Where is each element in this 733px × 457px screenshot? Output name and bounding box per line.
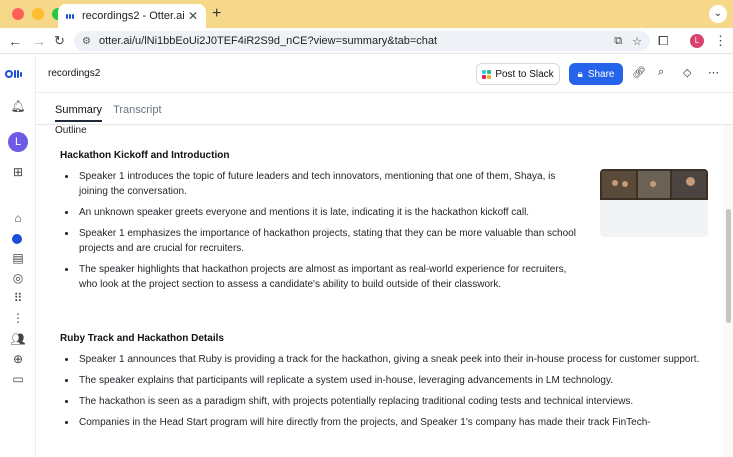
- content-scrollbar[interactable]: [723, 125, 733, 457]
- slack-icon: [482, 69, 492, 79]
- bullet-item: An unknown speaker greets everyone and m…: [60, 205, 600, 220]
- scrollbar-thumb[interactable]: [726, 209, 731, 323]
- tab-search-icon[interactable]: ⌄: [709, 5, 727, 23]
- folder-icon[interactable]: ▭: [10, 372, 26, 386]
- tab-close-icon[interactable]: ✕: [188, 9, 198, 23]
- tab-summary[interactable]: Summary: [55, 104, 103, 122]
- minimize-window-button[interactable]: [32, 8, 44, 20]
- conversation-header: recordings2 Post to Slack 🔒︎ Share 🔗︎ ⌕ …: [36, 55, 733, 93]
- link-icon[interactable]: 🔗︎: [632, 66, 646, 79]
- add-conversation-icon[interactable]: ⊞: [10, 165, 26, 179]
- apps-icon[interactable]: ⠿: [10, 291, 26, 305]
- url-text[interactable]: otter.ai/u/lNi1bbEoUi2J0TEF4iR2S9d_nCE?v…: [99, 35, 604, 47]
- browser-tab[interactable]: recordings2 - Otter.ai ✕: [58, 4, 206, 28]
- otter-favicon-icon: [66, 13, 76, 19]
- bullet-item: The speaker highlights that hackathon pr…: [60, 262, 580, 292]
- section-title: Hackathon Kickoff and Introduction: [60, 150, 230, 161]
- post-to-slack-label: Post to Slack: [495, 68, 554, 80]
- bullet-item: The speaker explains that participants w…: [60, 373, 700, 388]
- reload-icon[interactable]: ↻: [54, 32, 65, 50]
- browser-profile-avatar[interactable]: L: [690, 34, 704, 48]
- bookmark-star-icon[interactable]: ☆: [632, 35, 642, 48]
- section-title: Ruby Track and Hackathon Details: [60, 333, 224, 344]
- back-icon[interactable]: ←: [8, 32, 22, 50]
- address-bar[interactable]: ⚙ otter.ai/u/lNi1bbEoUi2J0TEF4iR2S9d_nCE…: [74, 31, 650, 51]
- close-window-button[interactable]: [12, 8, 24, 20]
- add-channel-icon[interactable]: ⊕: [10, 352, 26, 366]
- bullet-item: The hackathon is seen as a paradigm shif…: [60, 394, 700, 409]
- browser-tab-bar: recordings2 - Otter.ai ✕ + ⌄: [0, 0, 733, 28]
- channels-icon[interactable]: ◎: [10, 271, 26, 285]
- otter-bot-icon[interactable]: [12, 234, 22, 244]
- share-button[interactable]: 🔒︎ Share: [569, 63, 623, 85]
- view-tabs: Summary Transcript: [55, 104, 162, 122]
- summary-content: Outline Hackathon Kickoff and Introducti…: [36, 125, 722, 457]
- otter-logo[interactable]: [5, 70, 22, 78]
- conversation-title: recordings2: [48, 68, 101, 79]
- bullet-item: Companies in the Head Start program will…: [60, 415, 700, 430]
- lock-icon: 🔒︎: [577, 68, 583, 80]
- new-tab-button[interactable]: +: [212, 5, 221, 23]
- tab-title: recordings2 - Otter.ai: [82, 10, 185, 22]
- browser-menu-icon[interactable]: ⋮: [714, 33, 727, 49]
- browser-toolbar: ← → ↻ ⚙ otter.ai/u/lNi1bbEoUi2J0TEF4iR2S…: [0, 28, 733, 54]
- app-sidebar: 🔔︎ L ⊞ ⌂ ▤ ◎ ⠿ ⋮ 👥︎ ⊕ ▭: [0, 55, 36, 457]
- home-icon[interactable]: ⌂: [10, 211, 26, 225]
- search-icon[interactable]: ⌕: [658, 66, 664, 79]
- share-label: Share: [587, 68, 615, 80]
- bullet-item: Speaker 1 emphasizes the importance of h…: [60, 226, 580, 256]
- outline-heading: Outline: [55, 125, 87, 136]
- more-vertical-icon[interactable]: ⋮: [10, 311, 26, 325]
- bullet-item: Speaker 1 announces that Ruby is providi…: [60, 352, 700, 367]
- extensions-icon[interactable]: ⧠: [658, 33, 668, 49]
- site-info-icon[interactable]: ⚙: [82, 36, 91, 47]
- meeting-snapshot-image: [600, 169, 708, 200]
- tab-transcript[interactable]: Transcript: [113, 104, 162, 122]
- bullet-item: Speaker 1 introduces the topic of future…: [60, 169, 580, 199]
- forward-icon[interactable]: →: [32, 32, 46, 50]
- user-avatar[interactable]: L: [8, 132, 28, 152]
- section-bullets: Speaker 1 announces that Ruby is providi…: [60, 352, 700, 436]
- video-thumbnail[interactable]: [600, 169, 708, 237]
- more-horizontal-icon[interactable]: ⋯: [708, 66, 719, 79]
- post-to-slack-button[interactable]: Post to Slack: [476, 63, 560, 85]
- install-app-icon[interactable]: ⧉: [614, 35, 622, 48]
- gem-icon[interactable]: ◇: [683, 66, 691, 79]
- people-icon[interactable]: 👥︎: [10, 332, 26, 346]
- notes-icon[interactable]: ▤: [10, 251, 26, 265]
- section-bullets: Speaker 1 introduces the topic of future…: [60, 169, 580, 298]
- bell-icon[interactable]: 🔔︎: [10, 99, 26, 113]
